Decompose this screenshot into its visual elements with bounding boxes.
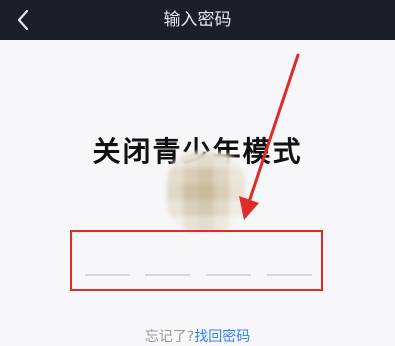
passcode-digit-1[interactable] <box>85 274 130 276</box>
passcode-digit-4[interactable] <box>267 274 312 276</box>
passcode-digit-3[interactable] <box>206 274 251 276</box>
mosaic-blur-overlay <box>167 152 245 232</box>
forgot-password-row: 忘记了?找回密码 <box>0 326 395 346</box>
nav-title: 输入密码 <box>163 10 232 30</box>
recover-password-link[interactable]: 找回密码 <box>194 329 250 345</box>
passcode-input-group <box>70 230 323 291</box>
top-bar: 输入密码 <box>0 0 395 40</box>
forgot-text: 忘记了? <box>144 329 195 345</box>
passcode-digit-2[interactable] <box>145 274 190 276</box>
